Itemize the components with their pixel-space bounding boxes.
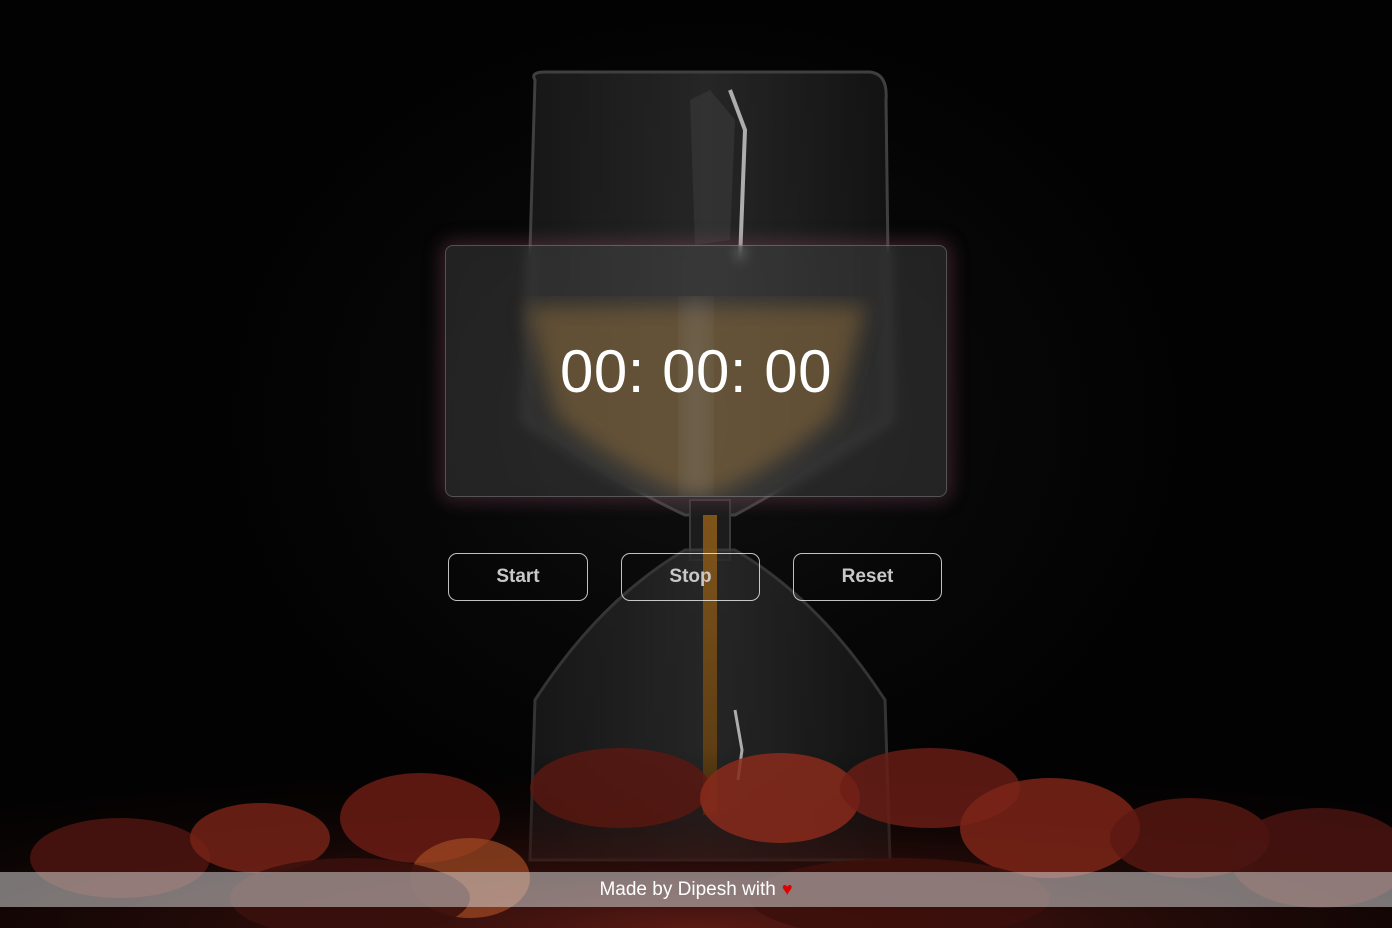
timer-card: 00: 00: 00 [445,245,947,497]
app-background: 00: 00: 00 Start Stop Reset Made by Dipe… [0,0,1392,928]
heart-icon: ♥ [781,879,793,899]
timer-controls: Start Stop Reset [0,553,1392,603]
reset-button[interactable]: Reset [793,553,942,601]
timer-display: 00: 00: 00 [560,337,832,405]
start-button[interactable]: Start [448,553,588,601]
stop-button[interactable]: Stop [621,553,760,601]
footer: Made by Dipesh with ♥ [0,872,1392,907]
footer-text: Made by Dipesh with [599,878,776,900]
